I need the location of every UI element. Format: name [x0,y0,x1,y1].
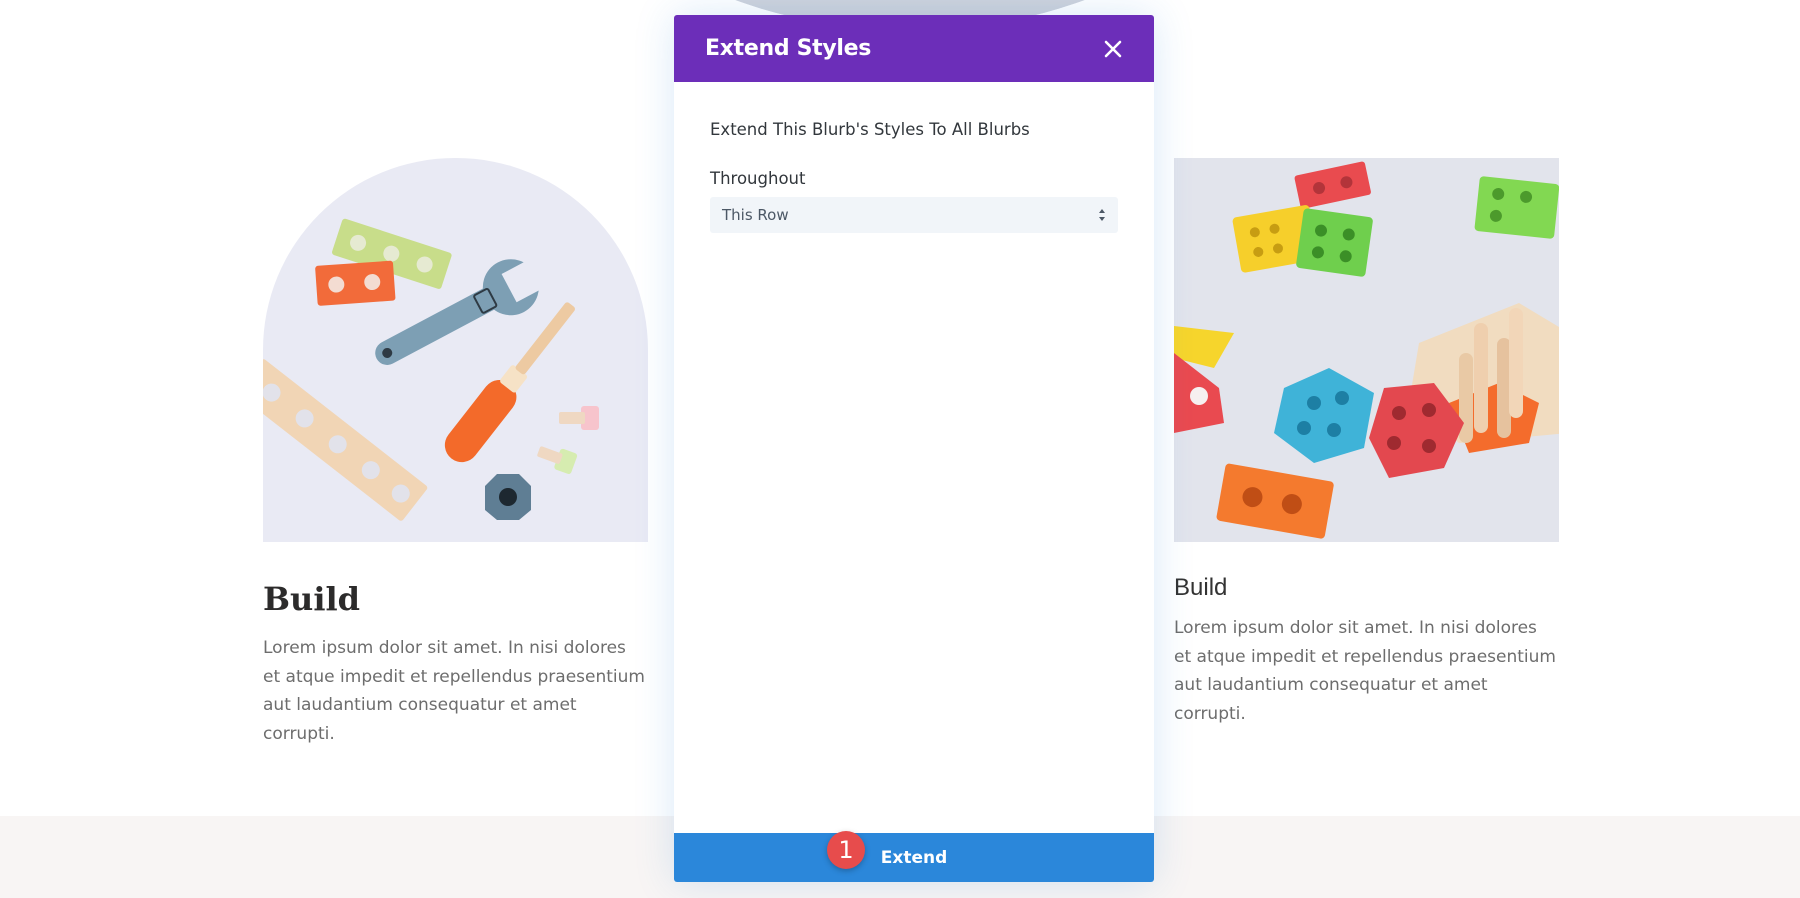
modal-header: Extend Styles [674,15,1154,82]
close-icon-glyph [1104,40,1122,57]
shape-sorter-image [1174,158,1559,542]
modal-subtitle: Extend This Blurb's Styles To All Blurbs [710,120,1030,139]
throughout-label: Throughout [710,169,806,188]
throughout-select-value: This Row [722,206,789,224]
close-icon[interactable] [1102,38,1124,60]
blurb-title: Build [263,580,360,618]
throughout-select[interactable]: This Row [710,197,1118,233]
modal-title: Extend Styles [705,36,872,61]
modal-body: Extend This Blurb's Styles To All Blurbs… [674,82,1154,233]
blurb-card-left[interactable]: Build Lorem ipsum dolor sit amet. In nis… [263,158,648,748]
select-arrows-icon [1098,208,1106,222]
select-arrows-glyph [1099,209,1105,221]
blurb-text: Lorem ipsum dolor sit amet. In nisi dolo… [263,638,645,744]
step-badge: 1 [827,831,865,869]
blurb-text: Lorem ipsum dolor sit amet. In nisi dolo… [1174,618,1556,724]
toy-tools-illustration [263,218,599,521]
extend-button[interactable]: Extend [674,833,1154,882]
blurb-card-right[interactable]: Build Lorem ipsum dolor sit amet. In nis… [1174,158,1559,728]
blurb-title: Build [1174,574,1228,601]
extend-styles-modal: Extend Styles Extend This Blurb's Styles… [674,15,1154,882]
toy-tools-image [263,158,648,542]
shape-sorter-illustration [1174,161,1559,539]
